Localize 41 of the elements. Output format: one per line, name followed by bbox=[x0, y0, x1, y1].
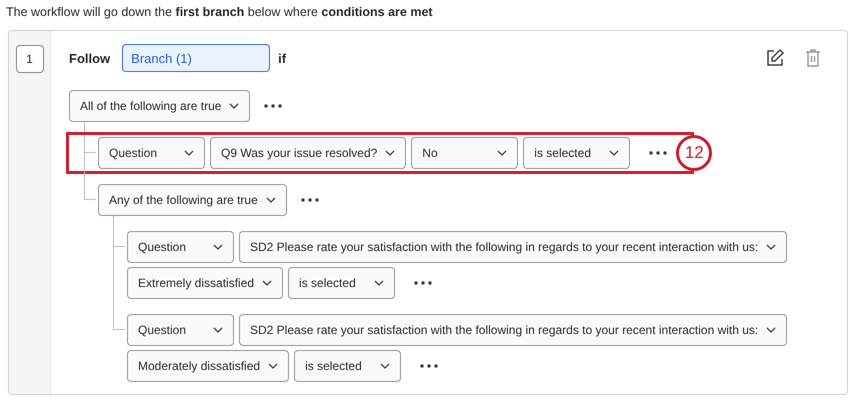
caret-icon bbox=[609, 150, 620, 156]
group-dropdown[interactable]: All of the following are true bbox=[69, 90, 250, 122]
intro-text: The workflow will go down the first branch below where conditions are met bbox=[6, 4, 434, 20]
caret-icon bbox=[184, 150, 194, 156]
follow-label: Follow bbox=[69, 50, 110, 66]
caret-icon bbox=[262, 280, 272, 286]
caret-icon bbox=[766, 327, 776, 333]
edit-icon[interactable] bbox=[765, 48, 785, 68]
branch-number: 1 bbox=[16, 45, 44, 73]
branch-name-field[interactable]: Branch (1) bbox=[122, 44, 270, 72]
condition-dropdown[interactable]: Extremely dissatisfied bbox=[127, 267, 284, 299]
caret-icon bbox=[266, 197, 276, 203]
more-icon[interactable] bbox=[300, 198, 319, 202]
condition-dropdown[interactable]: Moderately dissatisfied bbox=[127, 350, 290, 382]
caret-icon bbox=[766, 244, 776, 250]
caret-icon bbox=[268, 363, 278, 369]
group-dropdown[interactable]: Any of the following are true bbox=[98, 184, 287, 216]
more-icon[interactable] bbox=[414, 281, 432, 285]
caret-icon bbox=[213, 327, 223, 333]
condition-dropdown[interactable]: Q9 Was your issue resolved? bbox=[210, 137, 406, 169]
condition-dropdown[interactable]: is selected bbox=[288, 267, 396, 299]
caret-icon bbox=[385, 150, 396, 156]
condition-dropdown[interactable]: SD2 Please rate your satisfaction with the following in regards to your recent interaction with us: bbox=[239, 314, 788, 346]
condition-dropdown[interactable]: Question bbox=[98, 137, 205, 169]
caret-icon bbox=[374, 280, 384, 286]
condition-dropdown[interactable]: SD2 Please rate your satisfaction with the following in regards to your recent interaction with us: bbox=[239, 231, 788, 263]
more-icon[interactable] bbox=[649, 151, 668, 155]
caret-icon bbox=[229, 103, 240, 109]
if-label: if bbox=[278, 50, 286, 66]
more-icon[interactable] bbox=[420, 364, 438, 368]
condition-dropdown[interactable]: No bbox=[411, 137, 518, 169]
condition-dropdown[interactable]: is selected bbox=[294, 350, 402, 382]
condition-dropdown[interactable]: is selected bbox=[523, 137, 630, 169]
condition-dropdown[interactable]: Question bbox=[127, 314, 234, 346]
trash-icon[interactable] bbox=[805, 48, 821, 68]
caret-icon bbox=[213, 244, 223, 250]
caret-icon bbox=[497, 150, 508, 156]
more-icon[interactable] bbox=[264, 104, 282, 108]
caret-icon bbox=[380, 363, 390, 369]
condition-dropdown[interactable]: Question bbox=[127, 231, 234, 263]
step-badge: 12 bbox=[676, 135, 712, 171]
